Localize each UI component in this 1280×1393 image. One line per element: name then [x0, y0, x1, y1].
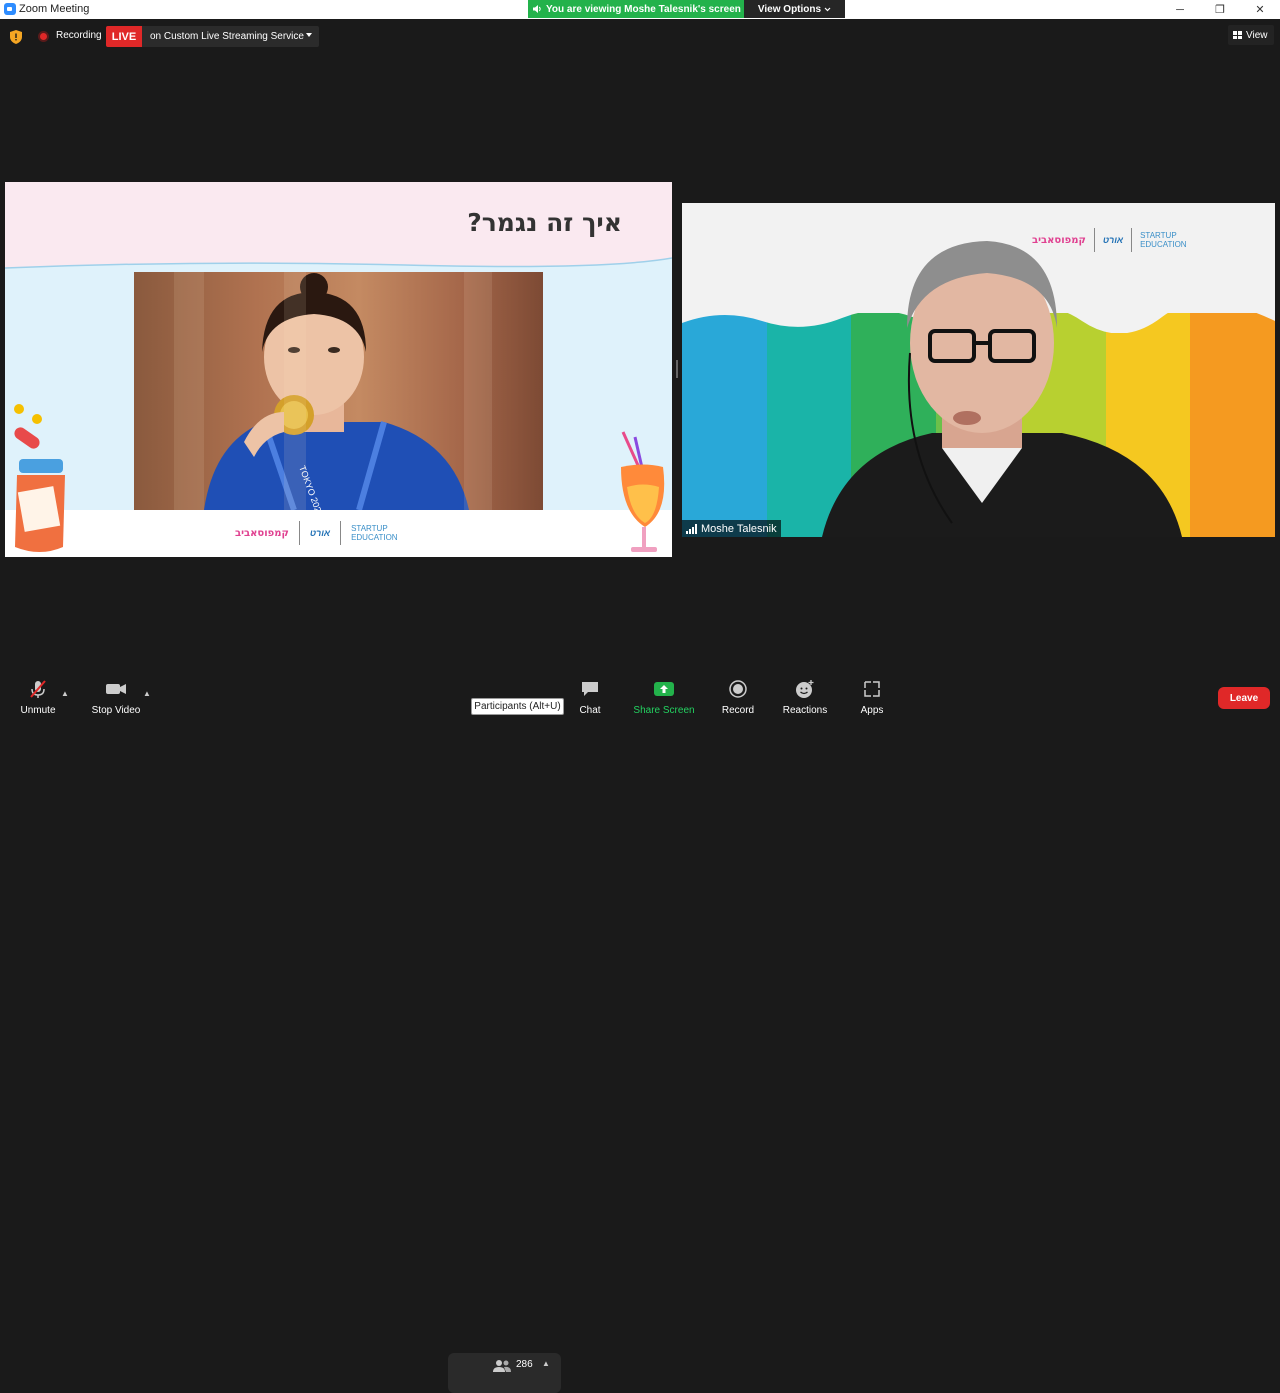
participants-caret-icon[interactable]: ▲ [542, 1359, 550, 1368]
shared-screen: איך זה נגמר? TOKYO 2020 קמפוסאביב אורט S… [5, 182, 672, 557]
chat-button[interactable]: Chat [572, 676, 608, 720]
view-options-label: View Options [757, 3, 822, 15]
participant-figure [822, 241, 1182, 537]
reactions-label: Reactions [782, 705, 828, 716]
share-banner: You are viewing Moshe Talesnik's screen [528, 0, 744, 18]
slide-title: איך זה נגמר? [467, 208, 622, 237]
slide-wave-decoration [5, 257, 672, 272]
share-screen-icon [653, 679, 675, 699]
caret-down-icon [306, 33, 312, 37]
close-button[interactable]: ✕ [1240, 0, 1280, 19]
apps-button[interactable]: Apps [852, 676, 892, 720]
apps-icon [861, 679, 883, 699]
audio-options-caret-icon[interactable]: ▲ [61, 689, 69, 698]
minimize-button[interactable]: ─ [1160, 0, 1200, 19]
apps-label: Apps [860, 705, 884, 716]
startup-education-logo: STARTUP EDUCATION [351, 524, 398, 542]
record-button[interactable]: Record [716, 676, 760, 720]
live-badge[interactable]: LIVE [106, 26, 142, 47]
view-options-button[interactable]: View Options [744, 0, 845, 18]
grid-view-icon [1233, 31, 1242, 39]
participants-count: 286 [516, 1359, 533, 1370]
share-banner-text: You are viewing Moshe Talesnik's screen [546, 3, 741, 15]
record-icon [727, 679, 749, 699]
participants-button[interactable]: 286 ▲ [448, 1353, 561, 1393]
participant-video[interactable]: קמפוסאביב אורט STARTUP EDUCATION [682, 203, 1275, 537]
speaker-icon [533, 5, 541, 13]
unmute-label: Unmute [20, 705, 56, 716]
slide-photo: TOKYO 2020 [134, 272, 543, 510]
chat-label: Chat [579, 705, 601, 716]
ort-logo: אורט [309, 528, 331, 538]
cocktail-decoration [621, 431, 665, 552]
vitamin-bottle-decoration [14, 404, 65, 552]
live-service-label: on Custom Live Streaming Service [150, 31, 304, 42]
participant-name: Moshe Talesnik [701, 522, 777, 535]
view-label: View [1246, 29, 1268, 41]
share-screen-button[interactable]: Share Screen [630, 676, 698, 720]
chevron-down-icon [824, 7, 831, 11]
leave-button[interactable]: Leave [1218, 687, 1270, 709]
window-controls: ─ ❐ ✕ [1160, 0, 1280, 19]
campus-aviv-logo: קמפוסאביב [235, 527, 289, 539]
stop-video-button[interactable]: Stop Video [88, 676, 144, 720]
smiley-icon [794, 679, 816, 699]
stop-video-label: Stop Video [91, 705, 141, 716]
slide-logos: קמפוסאביב אורט STARTUP EDUCATION [235, 519, 398, 547]
signal-strength-icon [686, 523, 697, 534]
view-splitter-handle[interactable] [676, 360, 678, 378]
meeting-top-bar: Recording LIVE on Custom Live Streaming … [0, 19, 1280, 55]
zoom-app-icon [4, 3, 16, 15]
participants-icon [493, 1360, 511, 1372]
recording-icon[interactable] [38, 31, 49, 42]
video-camera-icon [105, 679, 127, 699]
participant-name-tag: Moshe Talesnik [682, 520, 781, 537]
record-label: Record [721, 705, 755, 716]
unmute-button[interactable]: Unmute [18, 676, 58, 720]
meeting-toolbar: Unmute ▲ Stop Video ▲ 286 ▲ Participants… [0, 676, 1280, 1393]
logo-separator [298, 521, 300, 545]
participants-tooltip: Participants (Alt+U) [471, 698, 564, 715]
muted-microphone-icon [27, 679, 49, 699]
chat-bubble-icon [579, 679, 601, 699]
restore-button[interactable]: ❐ [1200, 0, 1240, 19]
shield-icon[interactable] [10, 30, 22, 44]
window-title: Zoom Meeting [19, 3, 90, 15]
reactions-button[interactable]: Reactions [780, 676, 830, 720]
live-service-dropdown[interactable]: on Custom Live Streaming Service [142, 26, 319, 47]
logo-separator [340, 521, 342, 545]
recording-label[interactable]: Recording [56, 30, 102, 41]
share-screen-label: Share Screen [633, 705, 695, 716]
video-options-caret-icon[interactable]: ▲ [143, 689, 151, 698]
view-button[interactable]: View [1228, 25, 1274, 45]
